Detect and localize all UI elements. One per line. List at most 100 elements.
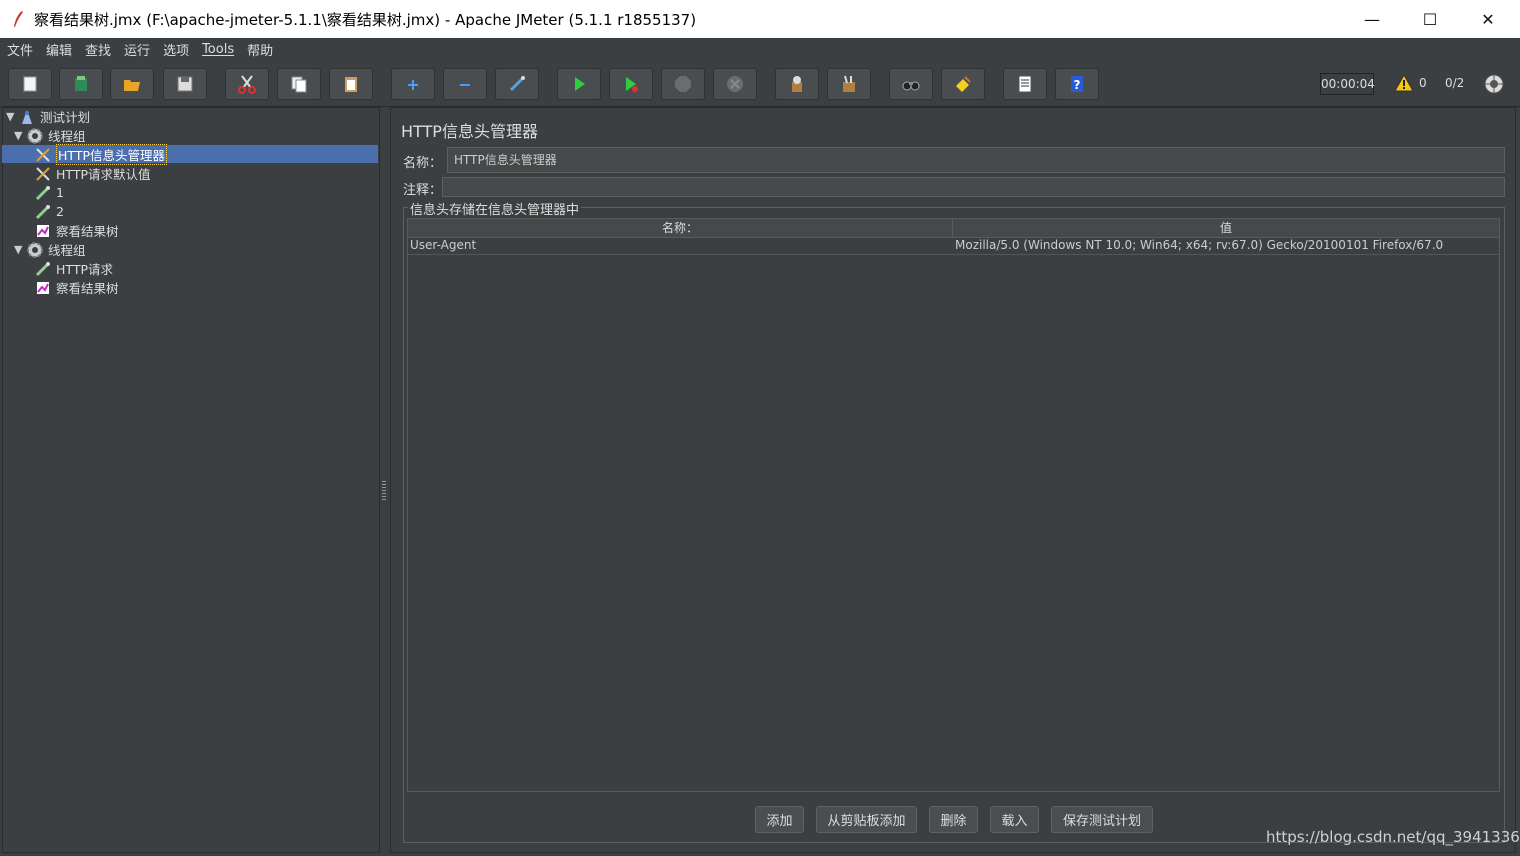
clear-all-icon bbox=[843, 75, 855, 92]
copy-icon bbox=[291, 76, 307, 93]
menu-bar: 文件 编辑 查找 运行 选项 Tools 帮助 bbox=[0, 38, 1520, 60]
watermark-text: https://blog.csdn.net/qq_39413365 bbox=[1266, 828, 1520, 846]
config-element-icon bbox=[36, 166, 50, 181]
function-helper-icon bbox=[1018, 75, 1032, 93]
add-button[interactable]: 添加 bbox=[755, 806, 804, 833]
help-button[interactable]: ? bbox=[1055, 68, 1099, 100]
headers-table: 名称： 值 User-Agent Mozilla/5.0 (Windows NT… bbox=[407, 218, 1500, 792]
add-from-clipboard-button[interactable]: 从剪贴板添加 bbox=[816, 806, 917, 833]
clear-button[interactable] bbox=[775, 68, 819, 100]
headers-group-title: 信息头存储在信息头管理器中 bbox=[408, 199, 582, 218]
tree-item-view-results-tree-2[interactable]: 察看结果树 bbox=[34, 278, 119, 297]
cut-icon bbox=[238, 75, 256, 94]
menu-options[interactable]: 选项 bbox=[156, 40, 195, 59]
menu-tools[interactable]: Tools bbox=[195, 42, 240, 57]
tree-item-sampler-1[interactable]: 1 bbox=[34, 183, 64, 202]
stop-icon bbox=[675, 76, 691, 92]
collapse-all-button[interactable]: − bbox=[443, 68, 487, 100]
active-threads: 0/2 bbox=[1445, 76, 1465, 90]
new-button[interactable] bbox=[8, 68, 52, 100]
collapse-icon: − bbox=[458, 74, 472, 94]
sampler-pipette-icon bbox=[35, 204, 50, 219]
menu-help[interactable]: 帮助 bbox=[240, 40, 279, 59]
elapsed-timer: 00:00:04 bbox=[1320, 73, 1375, 95]
open-button[interactable] bbox=[110, 68, 154, 100]
window-title: 察看结果树.jmx (F:\apache-jmeter-5.1.1\察看结果树.… bbox=[34, 10, 697, 29]
start-no-pauses-button[interactable] bbox=[609, 68, 653, 100]
tree-item-http-header-manager[interactable]: HTTP信息头管理器 bbox=[34, 144, 167, 165]
search-icon bbox=[902, 81, 920, 91]
start-icon bbox=[575, 77, 585, 91]
tree-item-thread-group-2[interactable]: ▼ 线程组 bbox=[14, 240, 86, 259]
minimize-button[interactable]: — bbox=[1343, 0, 1401, 38]
config-element-icon bbox=[36, 147, 50, 162]
comment-field[interactable] bbox=[442, 177, 1505, 197]
warning-icon[interactable] bbox=[1394, 73, 1414, 93]
load-button[interactable]: 载入 bbox=[990, 806, 1039, 833]
templates-icon bbox=[75, 76, 87, 91]
maximize-button[interactable]: ☐ bbox=[1401, 0, 1459, 38]
shutdown-button[interactable] bbox=[713, 68, 757, 100]
paste-button[interactable] bbox=[329, 68, 373, 100]
sampler-pipette-icon bbox=[35, 185, 50, 200]
test-plan-icon bbox=[22, 109, 32, 124]
open-icon bbox=[124, 80, 140, 91]
svg-text:?: ? bbox=[1074, 78, 1081, 92]
gear-icon bbox=[27, 127, 43, 144]
column-header-name[interactable]: 名称： bbox=[408, 219, 953, 237]
listener-chart-icon bbox=[37, 281, 49, 294]
jmeter-feather-icon bbox=[14, 11, 23, 27]
comment-label: 注释： bbox=[403, 183, 443, 198]
reset-search-icon bbox=[956, 76, 971, 92]
remote-engines-icon[interactable] bbox=[1484, 74, 1504, 94]
expand-arrow-icon[interactable]: ▼ bbox=[14, 243, 24, 256]
clear-all-button[interactable] bbox=[827, 68, 871, 100]
table-row[interactable]: User-Agent Mozilla/5.0 (Windows NT 10.0;… bbox=[408, 237, 1499, 255]
expand-arrow-icon[interactable]: ▼ bbox=[14, 129, 24, 142]
name-label: 名称： bbox=[403, 156, 443, 171]
header-value-cell[interactable]: Mozilla/5.0 (Windows NT 10.0; Win64; x64… bbox=[953, 237, 1443, 254]
warning-count: 0 bbox=[1419, 76, 1427, 90]
tree-item-sampler-2[interactable]: 2 bbox=[34, 202, 64, 221]
help-icon: ? bbox=[1071, 76, 1083, 92]
start-no-pause-icon bbox=[626, 77, 638, 92]
save-test-plan-button[interactable]: 保存测试计划 bbox=[1051, 806, 1153, 833]
name-field[interactable]: HTTP信息头管理器 bbox=[447, 147, 1505, 173]
expand-arrow-icon[interactable]: ▼ bbox=[6, 110, 16, 123]
save-icon bbox=[177, 76, 193, 92]
window-titlebar: 察看结果树.jmx (F:\apache-jmeter-5.1.1\察看结果树.… bbox=[0, 0, 1520, 38]
close-button[interactable]: ✕ bbox=[1459, 0, 1517, 38]
tree-item-http-request[interactable]: HTTP请求 bbox=[34, 259, 113, 278]
menu-file[interactable]: 文件 bbox=[0, 40, 39, 59]
toolbar: + − ? bbox=[0, 60, 1520, 107]
copy-button[interactable] bbox=[277, 68, 321, 100]
expand-icon: + bbox=[406, 74, 420, 94]
stop-button[interactable] bbox=[661, 68, 705, 100]
tree-item-thread-group[interactable]: ▼ 线程组 bbox=[14, 126, 86, 145]
panel-title: HTTP信息头管理器 bbox=[401, 122, 538, 141]
start-button[interactable] bbox=[557, 68, 601, 100]
tree-item-view-results-tree[interactable]: 察看结果树 bbox=[34, 221, 119, 240]
cut-button[interactable] bbox=[225, 68, 269, 100]
menu-search[interactable]: 查找 bbox=[78, 40, 117, 59]
search-button[interactable] bbox=[889, 68, 933, 100]
splitter-grip-icon[interactable] bbox=[382, 480, 386, 500]
listener-chart-icon bbox=[37, 224, 49, 237]
reset-search-button[interactable] bbox=[941, 68, 985, 100]
expand-all-button[interactable]: + bbox=[391, 68, 435, 100]
tree-item-test-plan[interactable]: ▼ 测试计划 bbox=[6, 107, 90, 126]
column-header-value[interactable]: 值 bbox=[953, 219, 1499, 237]
templates-button[interactable] bbox=[59, 68, 103, 100]
delete-button[interactable]: 删除 bbox=[929, 806, 978, 833]
header-name-cell[interactable]: User-Agent bbox=[408, 237, 476, 254]
toggle-button[interactable] bbox=[495, 68, 539, 100]
function-helper-button[interactable] bbox=[1003, 68, 1047, 100]
menu-edit[interactable]: 编辑 bbox=[39, 40, 78, 59]
toggle-icon bbox=[509, 76, 525, 92]
tree-item-http-request-defaults[interactable]: HTTP请求默认值 bbox=[34, 164, 151, 183]
table-header: 名称： 值 bbox=[408, 219, 1499, 238]
paste-icon bbox=[345, 77, 357, 92]
new-icon bbox=[23, 76, 37, 92]
save-button[interactable] bbox=[163, 68, 207, 100]
menu-run[interactable]: 运行 bbox=[117, 40, 156, 59]
